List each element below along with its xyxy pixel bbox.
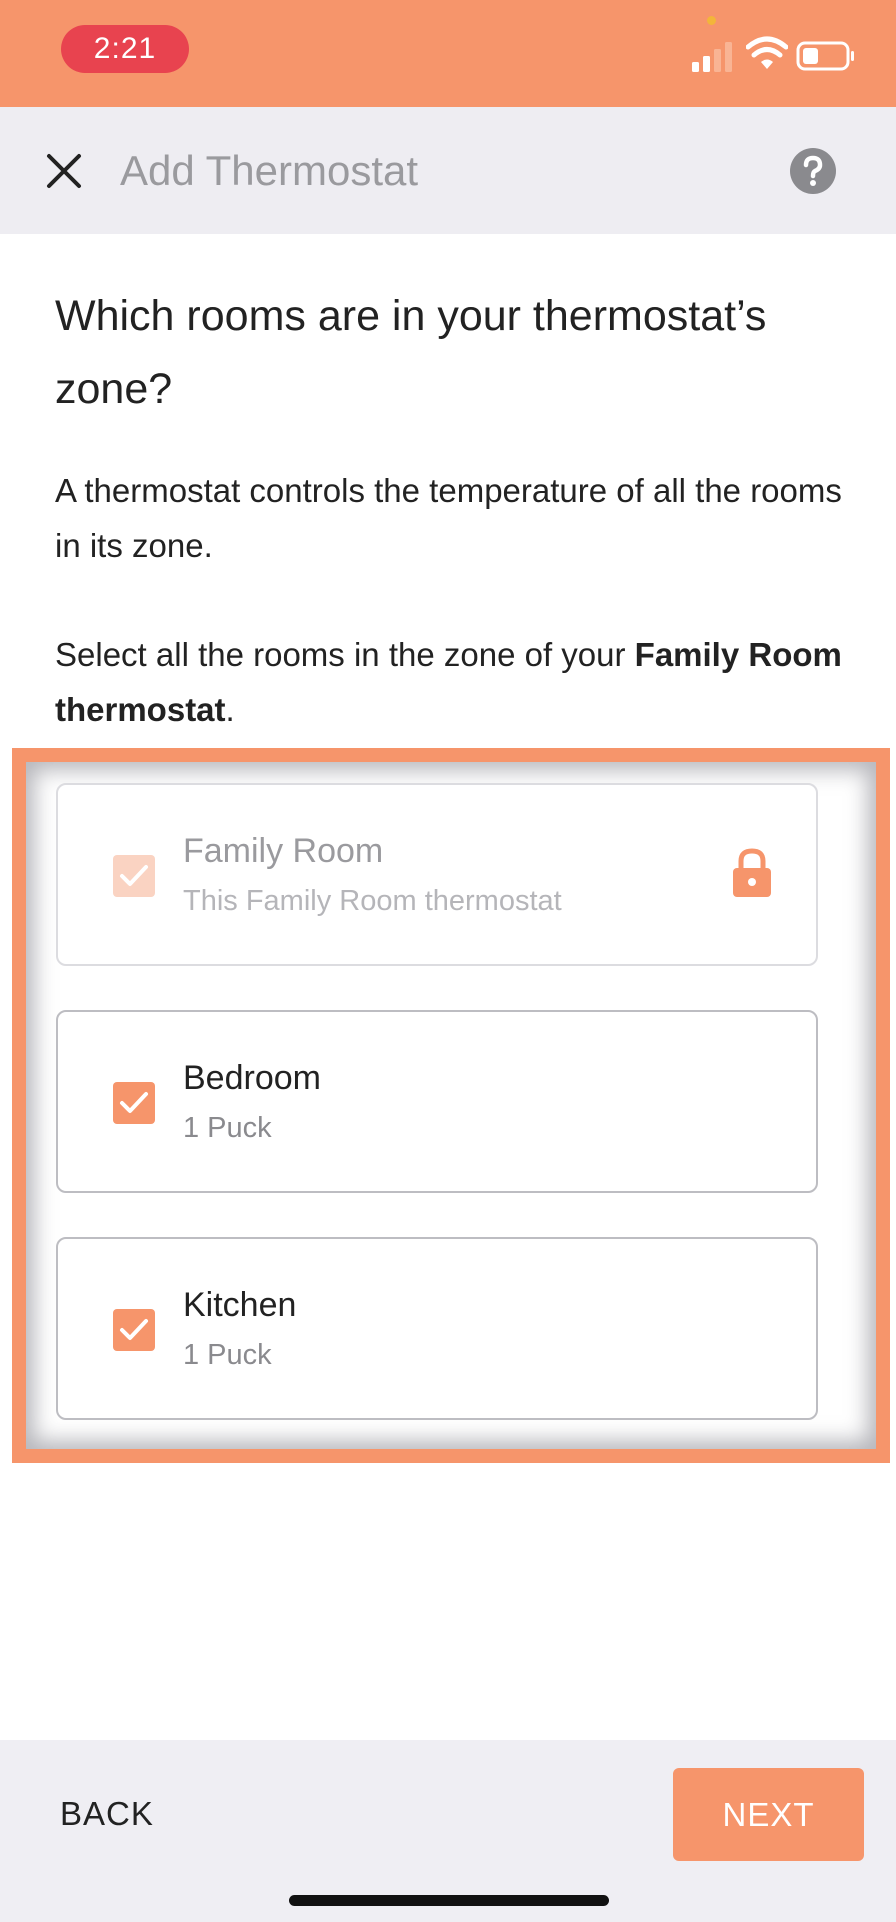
page-title: Add Thermostat <box>120 147 419 194</box>
battery-icon <box>796 41 854 71</box>
room-card-kitchen[interactable]: Kitchen 1 Puck <box>56 1237 818 1420</box>
camera-indicator <box>707 16 716 25</box>
room-checkbox[interactable] <box>113 1082 155 1124</box>
help-icon[interactable] <box>790 148 836 194</box>
signal-icon <box>692 42 732 72</box>
instruction-text: Select all the rooms in the zone of your <box>55 636 635 673</box>
room-card-family-room: Family Room This Family Room thermostat <box>56 783 818 966</box>
instruction-period: . <box>225 691 235 728</box>
checkmark-icon <box>120 1319 148 1340</box>
zone-instruction: Select all the rooms in the zone of your… <box>55 627 855 737</box>
checkmark-icon <box>120 1092 148 1113</box>
room-name: Kitchen <box>183 1286 297 1324</box>
room-name: Family Room <box>183 832 384 870</box>
back-button[interactable]: BACK <box>60 1792 154 1836</box>
status-bar: 2:21 <box>0 0 896 107</box>
wifi-icon <box>746 36 788 69</box>
lock-icon <box>733 848 771 897</box>
room-card-bedroom[interactable]: Bedroom 1 Puck <box>56 1010 818 1193</box>
app-screen: 2:21 Add Thermostat Which rooms are in y… <box>0 0 896 1922</box>
room-name: Bedroom <box>183 1059 321 1097</box>
room-checkbox[interactable] <box>113 1309 155 1351</box>
checkmark-icon <box>120 865 148 886</box>
room-checkbox <box>113 855 155 897</box>
room-subtitle: 1 Puck <box>183 1112 272 1144</box>
next-button[interactable]: NEXT <box>673 1768 864 1861</box>
status-time: 2:21 <box>61 25 189 73</box>
close-icon[interactable] <box>44 151 84 191</box>
room-subtitle: This Family Room thermostat <box>183 885 562 917</box>
question-heading: Which rooms are in your thermostat’s zon… <box>55 292 767 413</box>
zone-description: A thermostat controls the temperature of… <box>55 472 842 564</box>
home-indicator <box>289 1895 609 1906</box>
room-subtitle: 1 Puck <box>183 1339 272 1371</box>
